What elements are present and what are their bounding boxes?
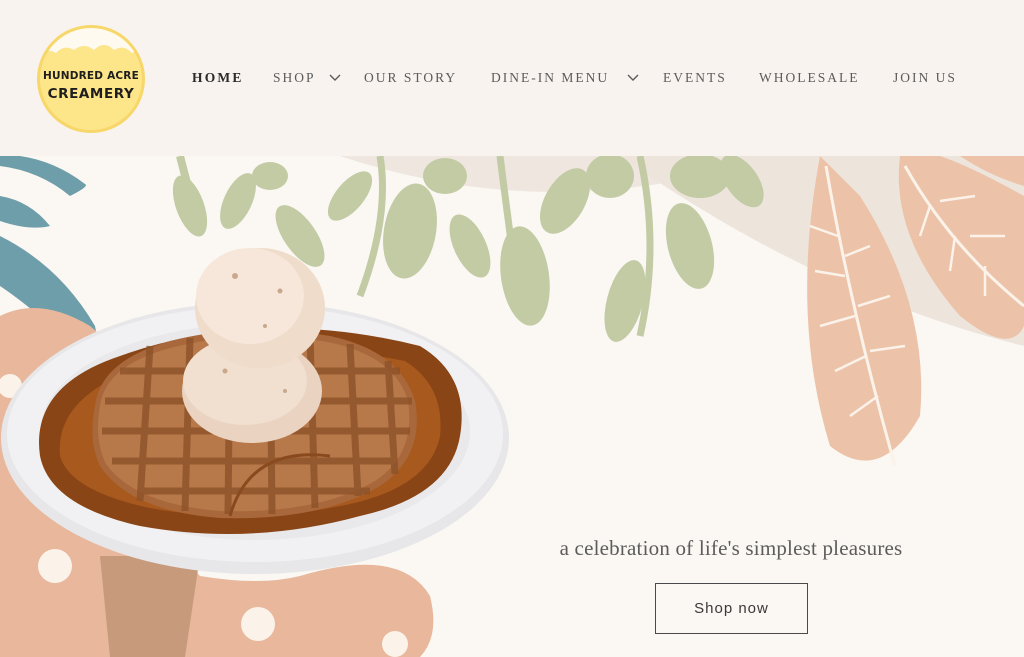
nav-wholesale[interactable]: WHOLESALE [759,70,859,86]
chevron-down-icon[interactable] [627,74,639,82]
nav-home[interactable]: HOME [192,70,244,86]
hero-tagline: a celebration of life's simplest pleasur… [559,536,903,560]
nav-dine-in-menu[interactable]: DINE-IN MENU [491,70,609,86]
nav-events[interactable]: EVENTS [663,70,727,86]
nav-our-story[interactable]: OUR STORY [364,70,457,86]
hero-illustration [0,156,1024,657]
logo-line2: CREAMERY [47,86,135,102]
logo-line1: HUNDRED ACRE [43,70,139,82]
chevron-down-icon[interactable] [329,74,341,82]
nav-join-us[interactable]: JOIN US [893,70,957,86]
waffle-plate-image [1,248,509,574]
shop-now-button[interactable]: Shop now [655,583,808,634]
logo[interactable]: HUNDRED ACRE CREAMERY [37,25,145,133]
hero-banner: a celebration of life's simplest pleasur… [0,156,1024,657]
site-header: HUNDRED ACRE CREAMERY HOME SHOP OUR STOR… [0,0,1024,156]
nav-shop[interactable]: SHOP [273,70,316,86]
